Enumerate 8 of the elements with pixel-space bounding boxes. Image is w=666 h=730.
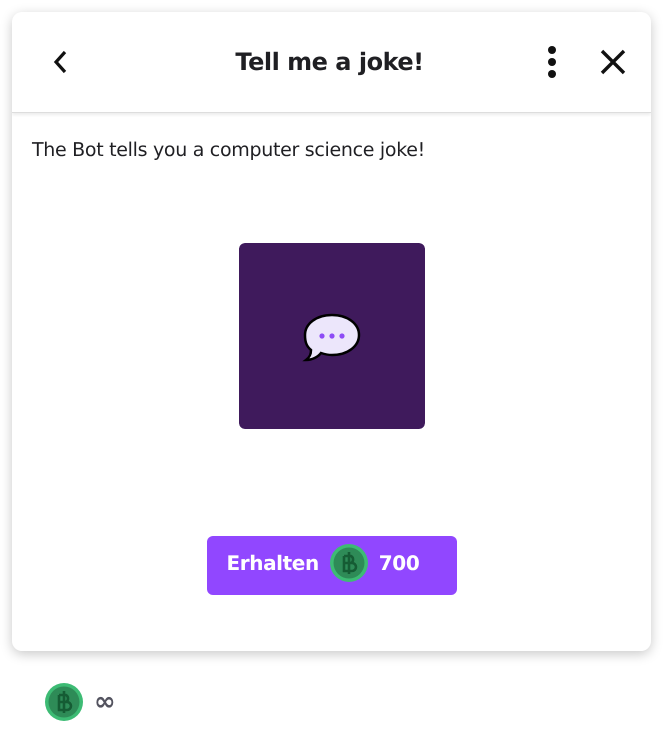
dialog-title: Tell me a joke!	[234, 48, 425, 76]
coin-icon	[328, 542, 369, 582]
description-text: The Bot tells you a computer science joke!	[32, 139, 426, 161]
balance-amount: ∞	[94, 687, 116, 717]
more-options-button[interactable]	[547, 45, 557, 79]
close-button[interactable]	[599, 48, 627, 76]
coin-icon	[44, 682, 84, 722]
claim-button[interactable]: Erhalten 700	[206, 536, 456, 595]
